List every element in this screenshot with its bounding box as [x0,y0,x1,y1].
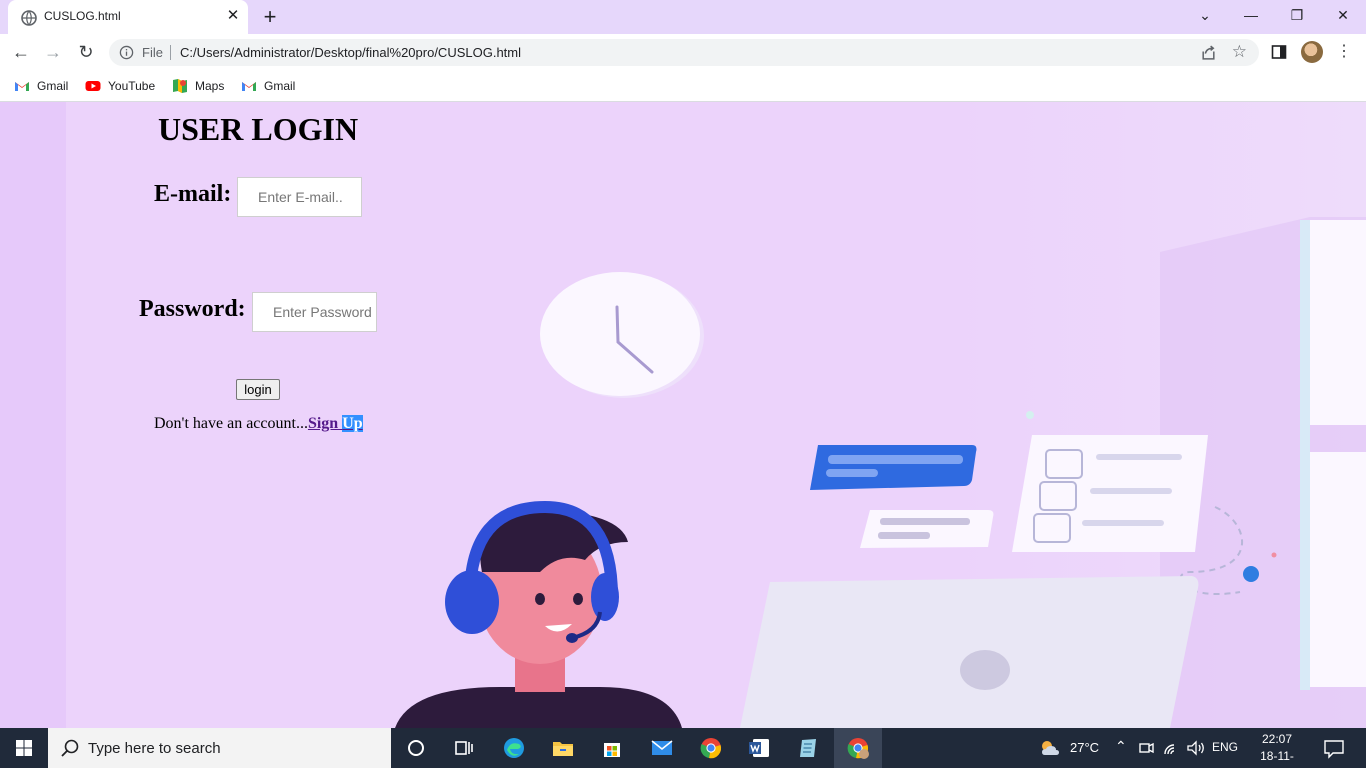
signup-link-text-a: Sign [307,415,343,432]
bookmark-label: Maps [195,79,225,93]
info-icon[interactable] [119,45,134,60]
share-icon[interactable] [1200,44,1217,61]
tab-title: CUSLOG.html [44,9,121,23]
weather-temperature: 27°C [1070,740,1100,755]
gmail-icon [15,82,29,91]
signup-prompt: Don't have an account...Sign Up [154,415,363,433]
browser-tab[interactable]: CUSLOG.html ✕ [8,0,248,34]
file-explorer-icon[interactable] [551,736,575,760]
system-clock[interactable]: 22:07 18-11-2022 [1247,731,1307,768]
windows-start-icon[interactable] [0,728,48,768]
side-panel-icon[interactable] [1271,44,1287,60]
bookmark-gmail-2[interactable]: Gmail [241,76,295,96]
cortana-icon[interactable] [404,736,428,760]
notepad-icon[interactable] [796,736,820,760]
signup-link[interactable]: Sign Up [308,415,363,432]
page-viewport: USER LOGIN E-mail: Password: login Don't… [0,102,1366,728]
bookmark-star-icon[interactable]: ☆ [1232,42,1247,62]
address-divider [170,45,171,60]
reload-button[interactable]: ↻ [73,39,99,65]
notifications-icon[interactable] [1322,736,1346,760]
minimize-button[interactable]: — [1228,0,1274,30]
tab-close-icon[interactable]: ✕ [224,7,242,25]
bookmark-maps[interactable]: Maps [172,76,224,96]
bookmarks-bar: Gmail YouTube Maps Gmail [0,70,1366,102]
address-bar[interactable]: File C:/Users/Administrator/Desktop/fina… [109,39,1259,66]
task-view-icon[interactable] [452,736,476,760]
password-field[interactable] [252,292,377,332]
show-hidden-icons-chevron-icon[interactable]: ⌃ [1115,738,1127,755]
windows-taskbar: Type here to search 27°C ⌃ ENG 22:07 18-… [0,728,1366,768]
wifi-icon[interactable] [1161,736,1183,760]
chrome-active-icon[interactable] [846,736,870,760]
volume-icon[interactable] [1185,736,1207,760]
close-window-button[interactable]: ✕ [1320,0,1366,30]
clock-time: 22:07 [1261,732,1293,746]
login-button[interactable]: login [236,379,280,400]
search-icon [61,739,79,757]
taskbar-search-box[interactable]: Type here to search [48,728,391,768]
taskbar-search-placeholder: Type here to search [88,740,221,757]
browser-menu-icon[interactable]: ⋮ [1336,41,1352,63]
new-tab-button[interactable]: + [258,5,282,29]
bookmark-youtube[interactable]: YouTube [85,76,155,96]
microsoft-store-icon[interactable] [600,736,624,760]
tab-strip: CUSLOG.html ✕ + ⌄ — ❐ ✕ [0,0,1366,34]
email-field[interactable] [237,177,362,217]
maps-icon [173,79,187,93]
gmail-icon [242,82,256,91]
forward-button[interactable]: → [40,39,66,65]
meet-now-icon[interactable] [1136,736,1156,760]
back-button[interactable]: ← [8,39,34,65]
bookmark-label: YouTube [108,79,156,93]
edge-icon[interactable] [502,736,526,760]
input-language[interactable]: ENG [1212,740,1238,754]
profile-avatar[interactable] [1301,41,1323,63]
tab-search-dropdown-icon[interactable]: ⌄ [1182,0,1228,30]
bookmark-gmail[interactable]: Gmail [14,76,68,96]
signup-link-text-b: Up [342,415,363,432]
signup-prompt-text: Don't have an account... [154,415,308,432]
password-label: Password: [139,296,246,322]
bookmark-label: Gmail [37,79,69,93]
address-url[interactable]: C:/Users/Administrator/Desktop/final%20p… [180,45,521,60]
globe-icon [21,10,37,26]
chrome-icon[interactable] [699,736,723,760]
clock-date: 18-11-2022 [1260,749,1294,768]
youtube-icon [85,81,101,91]
mail-icon[interactable] [650,736,674,760]
restore-button[interactable]: ❐ [1274,0,1320,30]
email-label: E-mail: [154,181,232,207]
address-scheme: File [142,45,163,60]
bookmark-label: Gmail [264,79,296,93]
weather-icon[interactable] [1038,736,1062,760]
word-icon[interactable] [747,736,771,760]
page-title: USER LOGIN [158,111,359,147]
